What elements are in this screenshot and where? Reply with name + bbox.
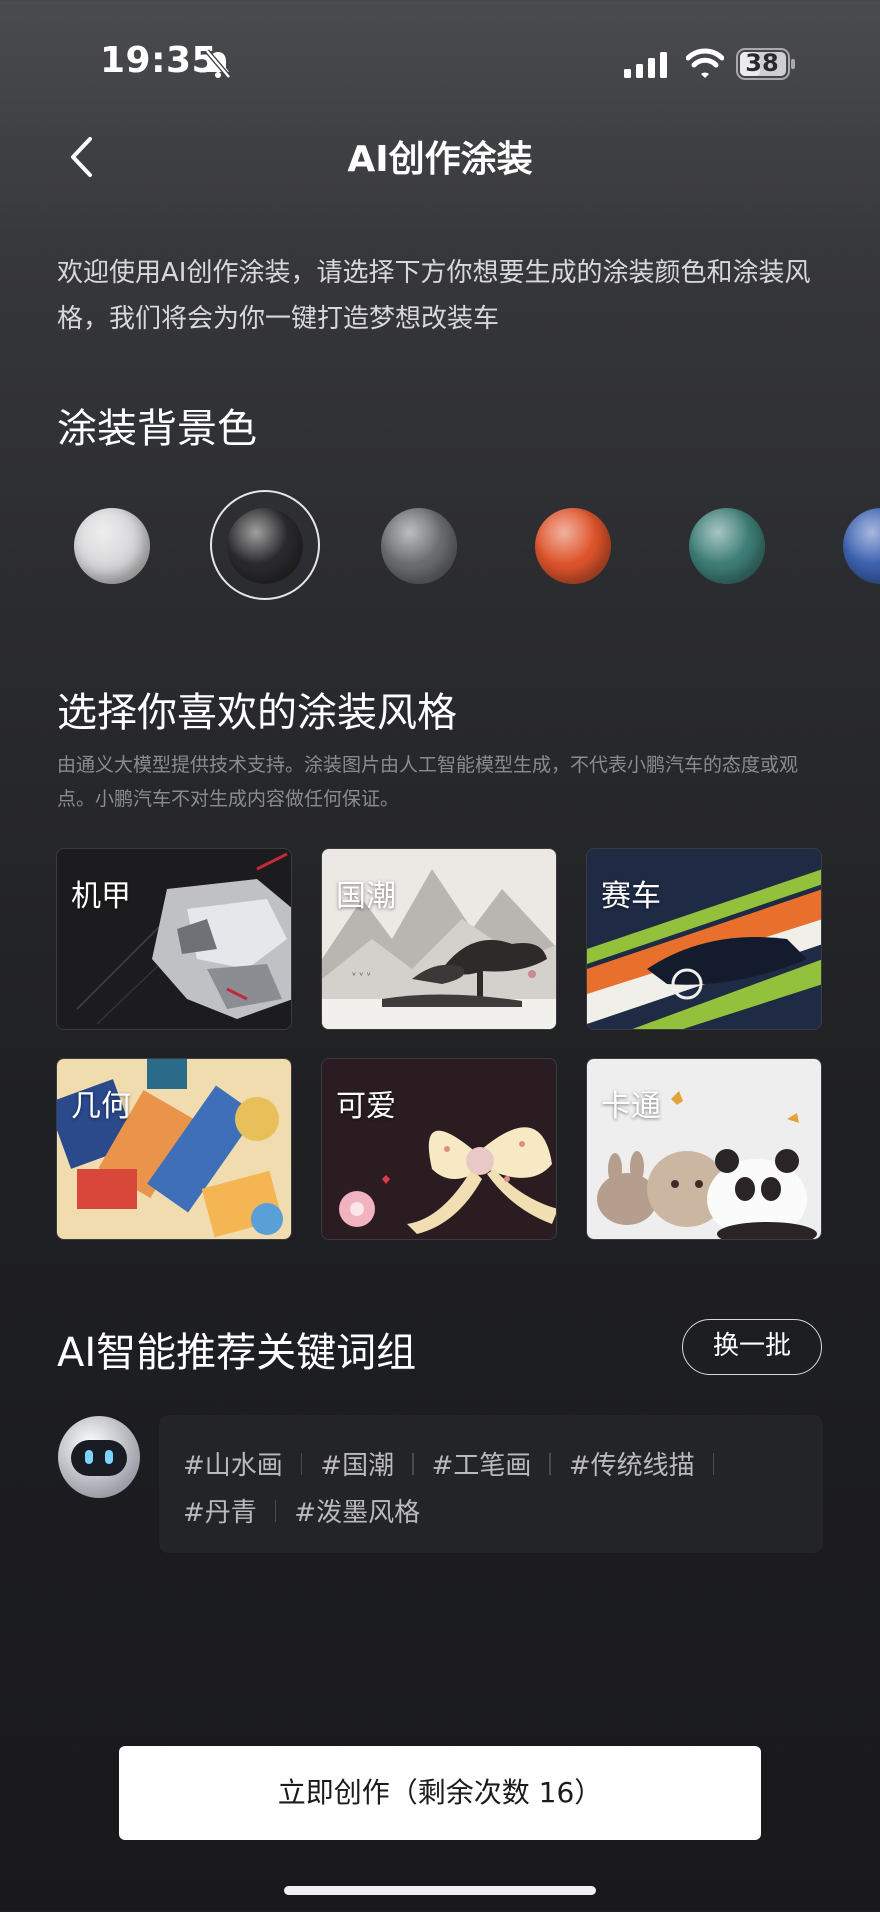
style-card-cute[interactable]: 可爱 xyxy=(321,1058,557,1240)
keyword-row: #丹青 #泼墨风格 xyxy=(183,1492,420,1529)
color-swatch-white[interactable] xyxy=(74,508,150,584)
style-card-label: 赛车 xyxy=(601,879,661,914)
color-swatch-gray[interactable] xyxy=(381,508,457,584)
keyword-tag[interactable]: #国潮 xyxy=(320,1445,394,1482)
keyword-tag[interactable]: #泼墨风格 xyxy=(294,1492,420,1529)
intro-text: 欢迎使用AI创作涂装，请选择下方你想要生成的涂装颜色和涂装风格，我们将会为你一键… xyxy=(57,258,811,334)
style-card-label: 几何 xyxy=(71,1089,131,1124)
svg-text:ᵛ ᵛ ᵛ: ᵛ ᵛ ᵛ xyxy=(352,971,371,982)
keyword-separator xyxy=(274,1499,277,1522)
style-card-geometric[interactable]: 几何 xyxy=(56,1058,292,1240)
style-section-title: 选择你喜欢的涂装风格 xyxy=(57,690,457,736)
keyword-separator xyxy=(549,1452,551,1475)
style-card-label: 国潮 xyxy=(336,879,396,914)
keyword-tag[interactable]: #山水画 xyxy=(183,1445,283,1482)
keyword-separator xyxy=(412,1452,414,1475)
style-card-guochao[interactable]: ᵛ ᵛ ᵛ 国潮 xyxy=(321,848,557,1030)
style-card-label: 卡通 xyxy=(601,1089,661,1124)
wifi-icon xyxy=(686,48,724,78)
keyword-tag[interactable]: #工笔画 xyxy=(432,1445,532,1482)
status-time: 19:35 xyxy=(100,40,218,81)
refresh-keywords-button[interactable]: 换一批 xyxy=(682,1319,822,1375)
keyword-section-title: AI智能推荐关键词组 xyxy=(57,1330,417,1376)
color-swatch-black[interactable] xyxy=(227,508,303,584)
cellular-signal-icon xyxy=(624,52,667,78)
home-indicator xyxy=(284,1886,596,1895)
style-card-label: 可爱 xyxy=(336,1089,396,1124)
keyword-tag[interactable]: #丹青 xyxy=(183,1492,257,1529)
color-swatch-blue[interactable] xyxy=(843,508,880,584)
create-now-button[interactable]: 立即创作（剩余次数 16） xyxy=(119,1746,761,1840)
battery-level: 38 xyxy=(745,49,779,77)
style-card-mecha[interactable]: 机甲 xyxy=(56,848,292,1030)
style-card-cartoon[interactable]: 卡通 xyxy=(586,1058,822,1240)
ai-robot-avatar-icon xyxy=(58,1416,140,1498)
keyword-separator xyxy=(300,1452,303,1475)
keyword-separator xyxy=(712,1452,715,1475)
bell-muted-icon xyxy=(205,49,231,79)
keyword-group-box: #山水画 #国潮 #工笔画 #传统线描 #丹青 #泼墨风格 xyxy=(159,1415,823,1553)
keyword-row: #山水画 #国潮 #工笔画 #传统线描 xyxy=(183,1445,732,1482)
keyword-tag[interactable]: #传统线描 xyxy=(569,1445,695,1482)
style-card-label: 机甲 xyxy=(71,879,131,914)
color-swatch-orange[interactable] xyxy=(535,508,611,584)
color-swatch-teal[interactable] xyxy=(689,508,765,584)
style-card-racing[interactable]: 赛车 xyxy=(586,848,822,1030)
color-section-title: 涂装背景色 xyxy=(57,406,257,452)
ai-disclaimer: 由通义大模型提供技术支持。涂装图片由人工智能模型生成，不代表小鹏汽车的态度或观点… xyxy=(57,754,799,810)
page-title: AI创作涂装 xyxy=(347,139,533,180)
